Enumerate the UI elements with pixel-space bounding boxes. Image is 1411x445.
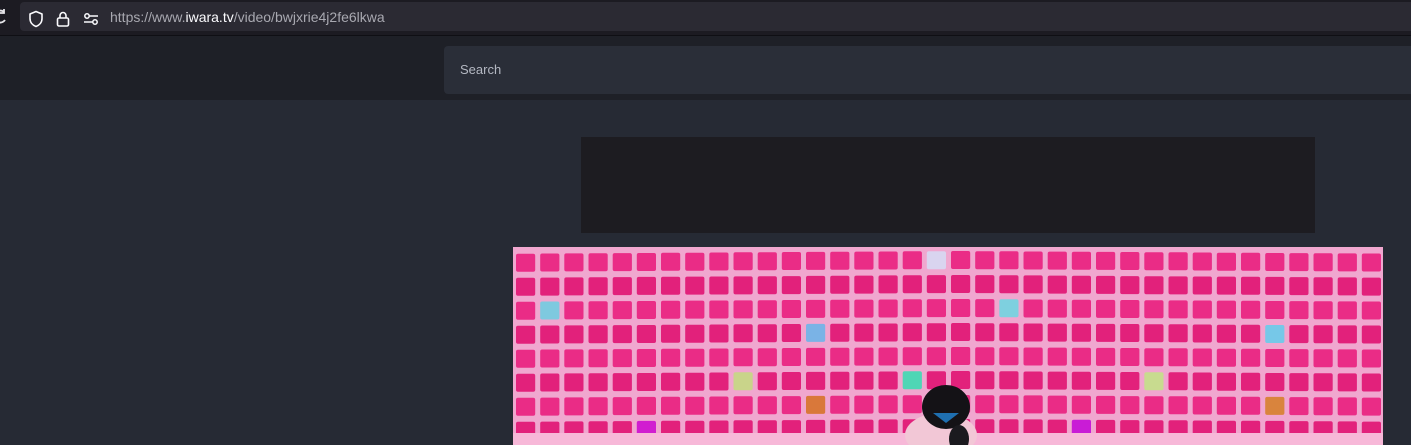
shield-icon[interactable] [27,10,45,28]
permissions-icon[interactable] [82,10,100,28]
ad-slot [581,137,1315,233]
search-placeholder: Search [460,62,502,77]
search-input[interactable]: Search [444,46,1411,94]
url-prefix: https://www. [110,9,186,25]
url-path: /video/bwjxrie4j2fe6lkwa [233,9,385,25]
reload-icon[interactable] [0,8,6,26]
video-frame [513,247,1383,445]
site-header: Search [0,36,1411,100]
url-text[interactable]: https://www.iwara.tv/video/bwjxrie4j2fe6… [110,8,385,26]
lock-icon[interactable] [54,10,72,28]
url-host: iwara.tv [185,9,234,25]
browser-toolbar: https://www.iwara.tv/video/bwjxrie4j2fe6… [0,0,1411,36]
video-player[interactable] [513,247,1383,445]
